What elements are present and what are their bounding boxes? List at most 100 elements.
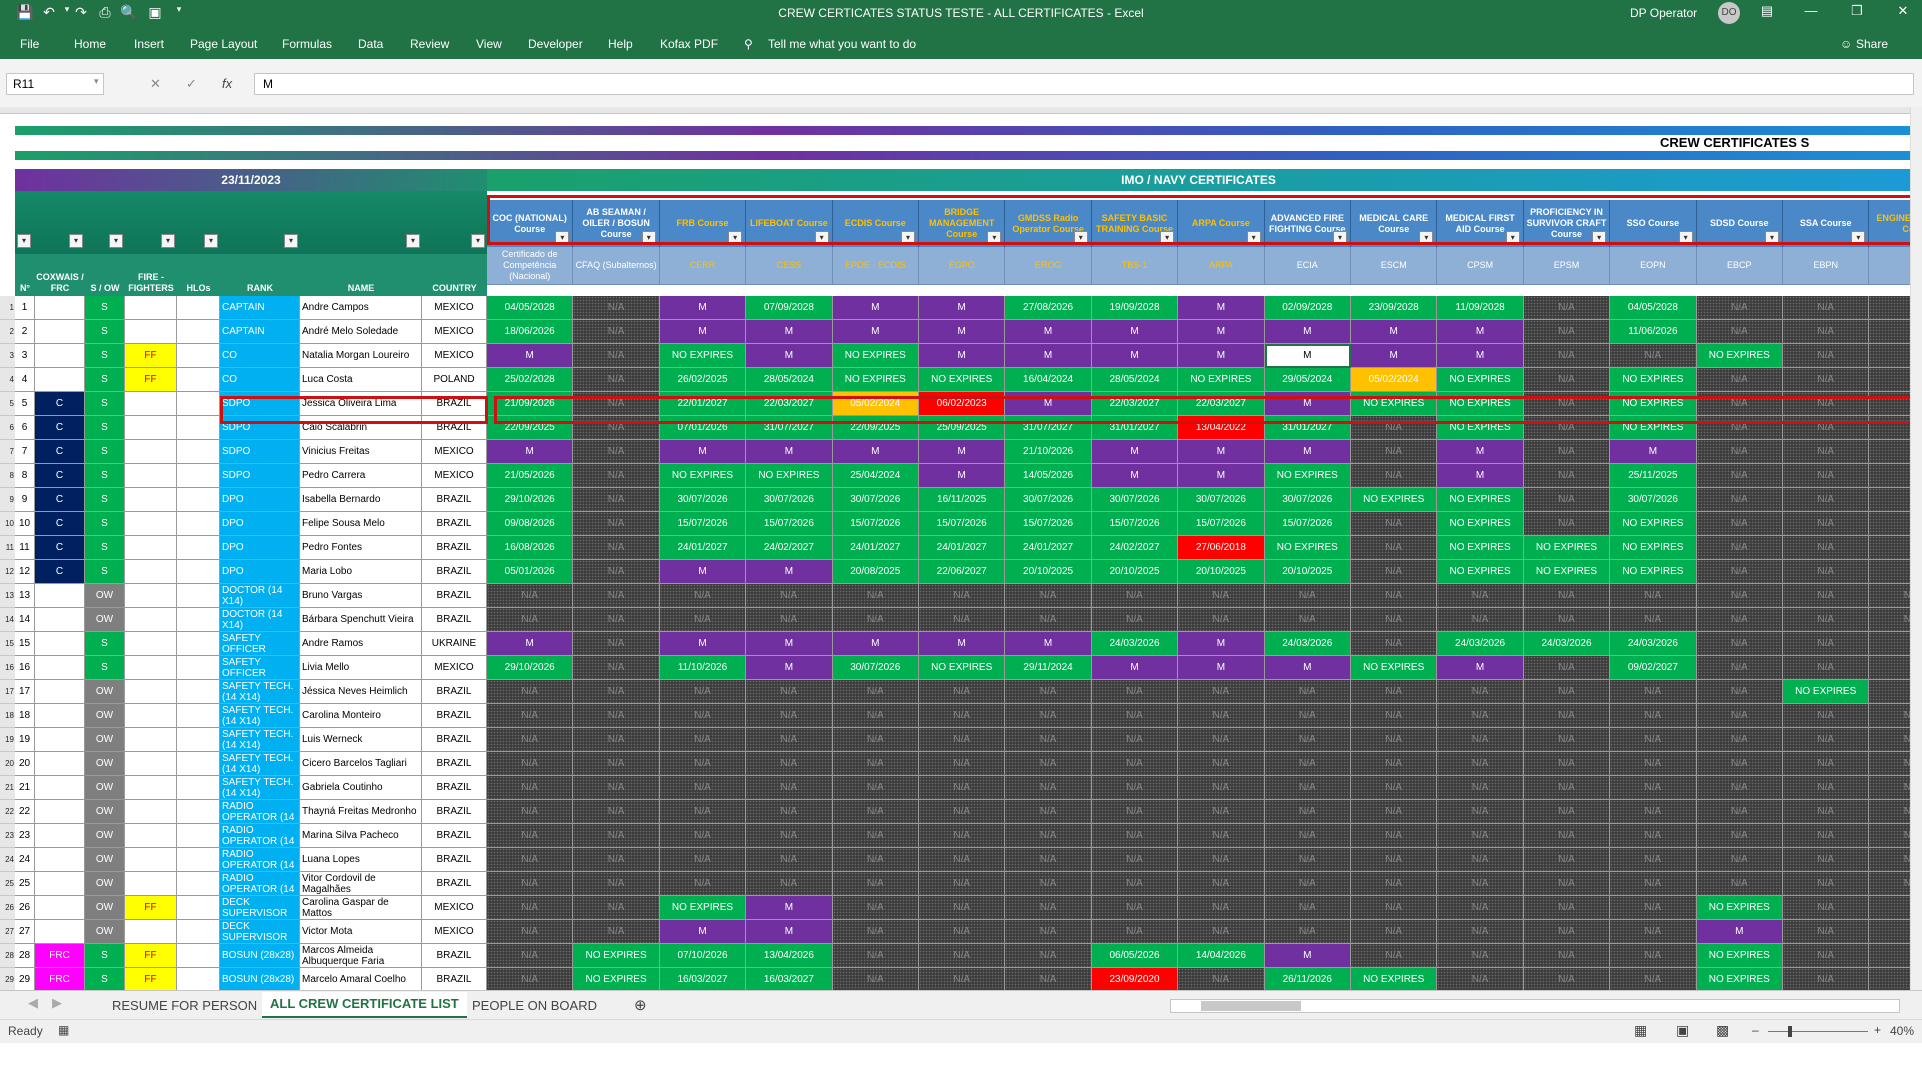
- tab-file[interactable]: File: [20, 37, 39, 51]
- cert-cell[interactable]: NO EXPIRES: [659, 344, 747, 368]
- cert-cell[interactable]: N/A: [487, 680, 574, 704]
- cert-cell[interactable]: [1869, 536, 1910, 560]
- cert-cell[interactable]: M: [1091, 656, 1179, 680]
- cert-cell[interactable]: 24/01/2027: [1005, 536, 1092, 560]
- cert-cell[interactable]: [1869, 560, 1910, 584]
- cert-cell[interactable]: N/A: [573, 536, 660, 560]
- cert-cell[interactable]: 22/06/2027: [919, 560, 1006, 584]
- cert-cell[interactable]: N/A: [1523, 968, 1611, 990]
- cert-cell[interactable]: 30/07/2026: [746, 488, 833, 512]
- cert-cell[interactable]: N/A: [1523, 392, 1611, 416]
- cert-cell[interactable]: N/A: [1178, 752, 1265, 776]
- cert-cell[interactable]: M: [832, 296, 919, 320]
- cert-cell[interactable]: 28/05/2024: [746, 368, 833, 392]
- cert-cell[interactable]: N/A: [1610, 608, 1697, 632]
- cell-rank[interactable]: DPO: [220, 488, 300, 512]
- cert-cell[interactable]: N/A: [1091, 920, 1179, 944]
- cell-country[interactable]: BRAZIL: [422, 728, 487, 752]
- cert-cell[interactable]: N/A: [573, 584, 660, 608]
- cell-hlo[interactable]: [177, 872, 220, 896]
- cert-cell[interactable]: 14/05/2026: [1005, 464, 1092, 488]
- cert-cell[interactable]: N/A: [1351, 584, 1438, 608]
- cert-cell[interactable]: [1869, 416, 1910, 440]
- cert-cell[interactable]: N/A: [832, 848, 919, 872]
- cert-cell[interactable]: M: [746, 656, 833, 680]
- cert-cell[interactable]: N/A: [1610, 728, 1697, 752]
- cert-cell[interactable]: 29/10/2026: [487, 656, 574, 680]
- cert-cell[interactable]: N/A: [1264, 704, 1351, 728]
- cell-rank[interactable]: CO: [220, 368, 300, 392]
- cert-cell[interactable]: N/A: [1783, 968, 1870, 990]
- cert-cell[interactable]: N/A: [1437, 800, 1524, 824]
- cert-cell[interactable]: M: [832, 632, 919, 656]
- cell-s[interactable]: S: [85, 416, 125, 440]
- cert-cell[interactable]: N/A: [1437, 584, 1524, 608]
- cert-cell[interactable]: 22/03/2027: [1178, 392, 1265, 416]
- cell-country[interactable]: MEXICO: [422, 656, 487, 680]
- tab-view[interactable]: View: [476, 37, 502, 51]
- cert-cell[interactable]: N/A: [573, 560, 660, 584]
- cert-cell[interactable]: N/A: [1178, 872, 1265, 896]
- cert-cell[interactable]: NO EXPIRES: [1523, 560, 1611, 584]
- cell-cox[interactable]: [35, 368, 85, 392]
- cell-s[interactable]: OW: [85, 896, 125, 920]
- cert-cell[interactable]: N/A: [1351, 848, 1438, 872]
- cert-cell[interactable]: N/A: [746, 848, 833, 872]
- filter-dropdown-icon[interactable]: ▾: [406, 234, 420, 248]
- row-header[interactable]: 24: [0, 848, 15, 872]
- cert-cell[interactable]: M: [919, 632, 1006, 656]
- cert-cell[interactable]: N/A: [1005, 872, 1092, 896]
- cert-cell[interactable]: N/A: [832, 608, 919, 632]
- cell-n[interactable]: 6: [15, 416, 35, 440]
- cell-name[interactable]: Livia Mello: [300, 656, 422, 680]
- cert-cell[interactable]: 11/09/2028: [1437, 296, 1524, 320]
- cell-hlo[interactable]: [177, 704, 220, 728]
- row-header[interactable]: 20: [0, 752, 15, 776]
- cert-cell[interactable]: 05/02/2024: [832, 392, 919, 416]
- cell-name[interactable]: Marina Silva Pacheco: [300, 824, 422, 848]
- cell-hlo[interactable]: [177, 368, 220, 392]
- cert-cell[interactable]: N/A: [487, 848, 574, 872]
- cell-ff[interactable]: [125, 848, 177, 872]
- cell-hlo[interactable]: [177, 440, 220, 464]
- cert-cell[interactable]: M: [832, 320, 919, 344]
- cert-cell[interactable]: N/A: [573, 344, 660, 368]
- cell-cox[interactable]: FRC: [35, 944, 85, 968]
- filter-dropdown-icon[interactable]: ▾: [1073, 231, 1088, 245]
- cert-cell[interactable]: N/A: [1005, 584, 1092, 608]
- cert-cell[interactable]: 22/09/2025: [487, 416, 574, 440]
- cert-cell[interactable]: 05/02/2024: [1351, 368, 1438, 392]
- cert-cell[interactable]: M: [1264, 440, 1351, 464]
- cert-cell[interactable]: N/A: [1783, 776, 1870, 800]
- cell-ff[interactable]: [125, 776, 177, 800]
- cert-cell[interactable]: 31/01/2027: [1091, 416, 1179, 440]
- cell-s[interactable]: OW: [85, 680, 125, 704]
- cell-n[interactable]: 10: [15, 512, 35, 536]
- cert-cell[interactable]: N/A: [659, 776, 747, 800]
- cell-n[interactable]: 8: [15, 464, 35, 488]
- cell-country[interactable]: BRAZIL: [422, 488, 487, 512]
- cert-cell[interactable]: N/A: [1783, 392, 1870, 416]
- cert-cell[interactable]: 15/07/2026: [1178, 512, 1265, 536]
- cert-cell[interactable]: N/A: [1264, 824, 1351, 848]
- cell-country[interactable]: BRAZIL: [422, 584, 487, 608]
- cell-name[interactable]: André Melo Soledade: [300, 320, 422, 344]
- cert-cell[interactable]: M: [1178, 656, 1265, 680]
- cert-cell[interactable]: 13/04/2022: [1178, 416, 1265, 440]
- cell-s[interactable]: S: [85, 320, 125, 344]
- vertical-scrollbar[interactable]: [1910, 107, 1922, 990]
- add-sheet-icon[interactable]: ⊕: [634, 996, 647, 1014]
- cert-cell[interactable]: 24/02/2027: [746, 536, 833, 560]
- cell-rank[interactable]: RADIO OPERATOR (14: [220, 824, 300, 848]
- cert-cell[interactable]: N/A: [1523, 488, 1611, 512]
- page-layout-view-icon[interactable]: ▣: [1676, 1022, 1689, 1039]
- cell-s[interactable]: OW: [85, 608, 125, 632]
- cell-rank[interactable]: CAPTAIN: [220, 320, 300, 344]
- cert-cell[interactable]: M: [1005, 632, 1092, 656]
- cert-cell[interactable]: 25/02/2028: [487, 368, 574, 392]
- macro-record-icon[interactable]: ▦: [58, 1023, 69, 1037]
- cert-cell[interactable]: N/A: [573, 704, 660, 728]
- cert-cell[interactable]: N/A: [1869, 584, 1910, 608]
- cert-cell[interactable]: 24/03/2026: [1264, 632, 1351, 656]
- cert-cell[interactable]: N/A: [919, 968, 1006, 990]
